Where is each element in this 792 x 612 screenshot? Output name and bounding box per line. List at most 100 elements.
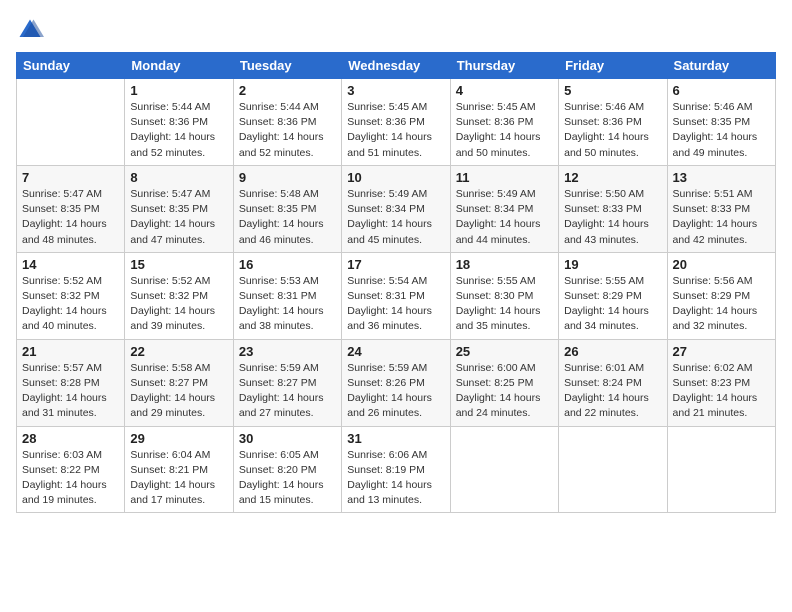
logo-icon (16, 16, 44, 44)
day-info: Sunrise: 5:57 AM Sunset: 8:28 PM Dayligh… (22, 361, 119, 422)
day-number: 2 (239, 83, 336, 98)
day-number: 28 (22, 431, 119, 446)
day-number: 7 (22, 170, 119, 185)
day-info: Sunrise: 5:51 AM Sunset: 8:33 PM Dayligh… (673, 187, 770, 248)
day-info: Sunrise: 5:52 AM Sunset: 8:32 PM Dayligh… (22, 274, 119, 335)
day-info: Sunrise: 5:47 AM Sunset: 8:35 PM Dayligh… (22, 187, 119, 248)
calendar-day-cell: 17 Sunrise: 5:54 AM Sunset: 8:31 PM Dayli… (342, 252, 450, 339)
day-info: Sunrise: 5:52 AM Sunset: 8:32 PM Dayligh… (130, 274, 227, 335)
day-number: 26 (564, 344, 661, 359)
calendar-day-cell: 28 Sunrise: 6:03 AM Sunset: 8:22 PM Dayli… (17, 426, 125, 513)
day-number: 22 (130, 344, 227, 359)
calendar-week-row: 21 Sunrise: 5:57 AM Sunset: 8:28 PM Dayli… (17, 339, 776, 426)
day-info: Sunrise: 6:05 AM Sunset: 8:20 PM Dayligh… (239, 448, 336, 509)
calendar-week-row: 28 Sunrise: 6:03 AM Sunset: 8:22 PM Dayli… (17, 426, 776, 513)
calendar-day-cell: 30 Sunrise: 6:05 AM Sunset: 8:20 PM Dayli… (233, 426, 341, 513)
day-info: Sunrise: 6:02 AM Sunset: 8:23 PM Dayligh… (673, 361, 770, 422)
day-info: Sunrise: 5:44 AM Sunset: 8:36 PM Dayligh… (239, 100, 336, 161)
calendar-day-cell: 15 Sunrise: 5:52 AM Sunset: 8:32 PM Dayli… (125, 252, 233, 339)
calendar-day-cell: 23 Sunrise: 5:59 AM Sunset: 8:27 PM Dayli… (233, 339, 341, 426)
day-info: Sunrise: 6:03 AM Sunset: 8:22 PM Dayligh… (22, 448, 119, 509)
day-number: 18 (456, 257, 553, 272)
day-number: 5 (564, 83, 661, 98)
day-number: 13 (673, 170, 770, 185)
calendar-day-cell (667, 426, 775, 513)
day-info: Sunrise: 5:46 AM Sunset: 8:36 PM Dayligh… (564, 100, 661, 161)
weekday-header: Saturday (667, 53, 775, 79)
page-header (16, 16, 776, 44)
calendar-day-cell: 9 Sunrise: 5:48 AM Sunset: 8:35 PM Daylig… (233, 165, 341, 252)
calendar-day-cell: 22 Sunrise: 5:58 AM Sunset: 8:27 PM Dayli… (125, 339, 233, 426)
calendar-week-row: 1Sunrise: 5:44 AM Sunset: 8:36 PM Daylig… (17, 79, 776, 166)
day-info: Sunrise: 5:45 AM Sunset: 8:36 PM Dayligh… (456, 100, 553, 161)
day-info: Sunrise: 5:55 AM Sunset: 8:30 PM Dayligh… (456, 274, 553, 335)
day-info: Sunrise: 5:59 AM Sunset: 8:26 PM Dayligh… (347, 361, 444, 422)
calendar-day-cell: 7 Sunrise: 5:47 AM Sunset: 8:35 PM Daylig… (17, 165, 125, 252)
logo (16, 16, 48, 44)
day-info: Sunrise: 5:44 AM Sunset: 8:36 PM Dayligh… (130, 100, 227, 161)
day-info: Sunrise: 5:55 AM Sunset: 8:29 PM Dayligh… (564, 274, 661, 335)
calendar-day-cell: 29 Sunrise: 6:04 AM Sunset: 8:21 PM Dayli… (125, 426, 233, 513)
day-number: 27 (673, 344, 770, 359)
day-number: 14 (22, 257, 119, 272)
day-number: 9 (239, 170, 336, 185)
day-number: 11 (456, 170, 553, 185)
weekday-header: Sunday (17, 53, 125, 79)
calendar-day-cell: 27 Sunrise: 6:02 AM Sunset: 8:23 PM Dayli… (667, 339, 775, 426)
day-info: Sunrise: 5:45 AM Sunset: 8:36 PM Dayligh… (347, 100, 444, 161)
weekday-header: Thursday (450, 53, 558, 79)
day-number: 30 (239, 431, 336, 446)
day-number: 19 (564, 257, 661, 272)
calendar-day-cell: 10 Sunrise: 5:49 AM Sunset: 8:34 PM Dayli… (342, 165, 450, 252)
day-number: 8 (130, 170, 227, 185)
day-number: 23 (239, 344, 336, 359)
day-number: 3 (347, 83, 444, 98)
calendar-week-row: 14 Sunrise: 5:52 AM Sunset: 8:32 PM Dayli… (17, 252, 776, 339)
day-number: 29 (130, 431, 227, 446)
day-info: Sunrise: 5:49 AM Sunset: 8:34 PM Dayligh… (456, 187, 553, 248)
day-number: 10 (347, 170, 444, 185)
calendar-day-cell: 26Sunrise: 6:01 AM Sunset: 8:24 PM Dayli… (559, 339, 667, 426)
day-info: Sunrise: 5:56 AM Sunset: 8:29 PM Dayligh… (673, 274, 770, 335)
calendar-day-cell: 4Sunrise: 5:45 AM Sunset: 8:36 PM Daylig… (450, 79, 558, 166)
day-info: Sunrise: 5:46 AM Sunset: 8:35 PM Dayligh… (673, 100, 770, 161)
calendar-day-cell: 3 Sunrise: 5:45 AM Sunset: 8:36 PM Daylig… (342, 79, 450, 166)
weekday-header: Wednesday (342, 53, 450, 79)
calendar-day-cell: 16Sunrise: 5:53 AM Sunset: 8:31 PM Dayli… (233, 252, 341, 339)
day-number: 24 (347, 344, 444, 359)
calendar-table: SundayMondayTuesdayWednesdayThursdayFrid… (16, 52, 776, 513)
day-number: 12 (564, 170, 661, 185)
calendar-day-cell (450, 426, 558, 513)
calendar-week-row: 7 Sunrise: 5:47 AM Sunset: 8:35 PM Daylig… (17, 165, 776, 252)
calendar-header-row: SundayMondayTuesdayWednesdayThursdayFrid… (17, 53, 776, 79)
calendar-day-cell: 25Sunrise: 6:00 AM Sunset: 8:25 PM Dayli… (450, 339, 558, 426)
weekday-header: Tuesday (233, 53, 341, 79)
day-info: Sunrise: 6:00 AM Sunset: 8:25 PM Dayligh… (456, 361, 553, 422)
day-info: Sunrise: 6:04 AM Sunset: 8:21 PM Dayligh… (130, 448, 227, 509)
day-info: Sunrise: 5:59 AM Sunset: 8:27 PM Dayligh… (239, 361, 336, 422)
calendar-day-cell: 18 Sunrise: 5:55 AM Sunset: 8:30 PM Dayli… (450, 252, 558, 339)
calendar-day-cell: 21 Sunrise: 5:57 AM Sunset: 8:28 PM Dayli… (17, 339, 125, 426)
day-info: Sunrise: 5:48 AM Sunset: 8:35 PM Dayligh… (239, 187, 336, 248)
calendar-day-cell: 24 Sunrise: 5:59 AM Sunset: 8:26 PM Dayli… (342, 339, 450, 426)
calendar-day-cell: 1Sunrise: 5:44 AM Sunset: 8:36 PM Daylig… (125, 79, 233, 166)
weekday-header: Monday (125, 53, 233, 79)
weekday-header: Friday (559, 53, 667, 79)
calendar-day-cell: 6Sunrise: 5:46 AM Sunset: 8:35 PM Daylig… (667, 79, 775, 166)
calendar-day-cell (559, 426, 667, 513)
day-info: Sunrise: 5:58 AM Sunset: 8:27 PM Dayligh… (130, 361, 227, 422)
day-number: 21 (22, 344, 119, 359)
calendar-day-cell: 14 Sunrise: 5:52 AM Sunset: 8:32 PM Dayli… (17, 252, 125, 339)
day-number: 15 (130, 257, 227, 272)
calendar-day-cell: 8Sunrise: 5:47 AM Sunset: 8:35 PM Daylig… (125, 165, 233, 252)
day-info: Sunrise: 6:06 AM Sunset: 8:19 PM Dayligh… (347, 448, 444, 509)
calendar-day-cell: 12 Sunrise: 5:50 AM Sunset: 8:33 PM Dayli… (559, 165, 667, 252)
day-number: 17 (347, 257, 444, 272)
calendar-day-cell: 11 Sunrise: 5:49 AM Sunset: 8:34 PM Dayli… (450, 165, 558, 252)
day-number: 20 (673, 257, 770, 272)
day-info: Sunrise: 5:54 AM Sunset: 8:31 PM Dayligh… (347, 274, 444, 335)
calendar-day-cell: 31Sunrise: 6:06 AM Sunset: 8:19 PM Dayli… (342, 426, 450, 513)
day-info: Sunrise: 5:50 AM Sunset: 8:33 PM Dayligh… (564, 187, 661, 248)
calendar-day-cell: 5 Sunrise: 5:46 AM Sunset: 8:36 PM Daylig… (559, 79, 667, 166)
day-info: Sunrise: 5:49 AM Sunset: 8:34 PM Dayligh… (347, 187, 444, 248)
